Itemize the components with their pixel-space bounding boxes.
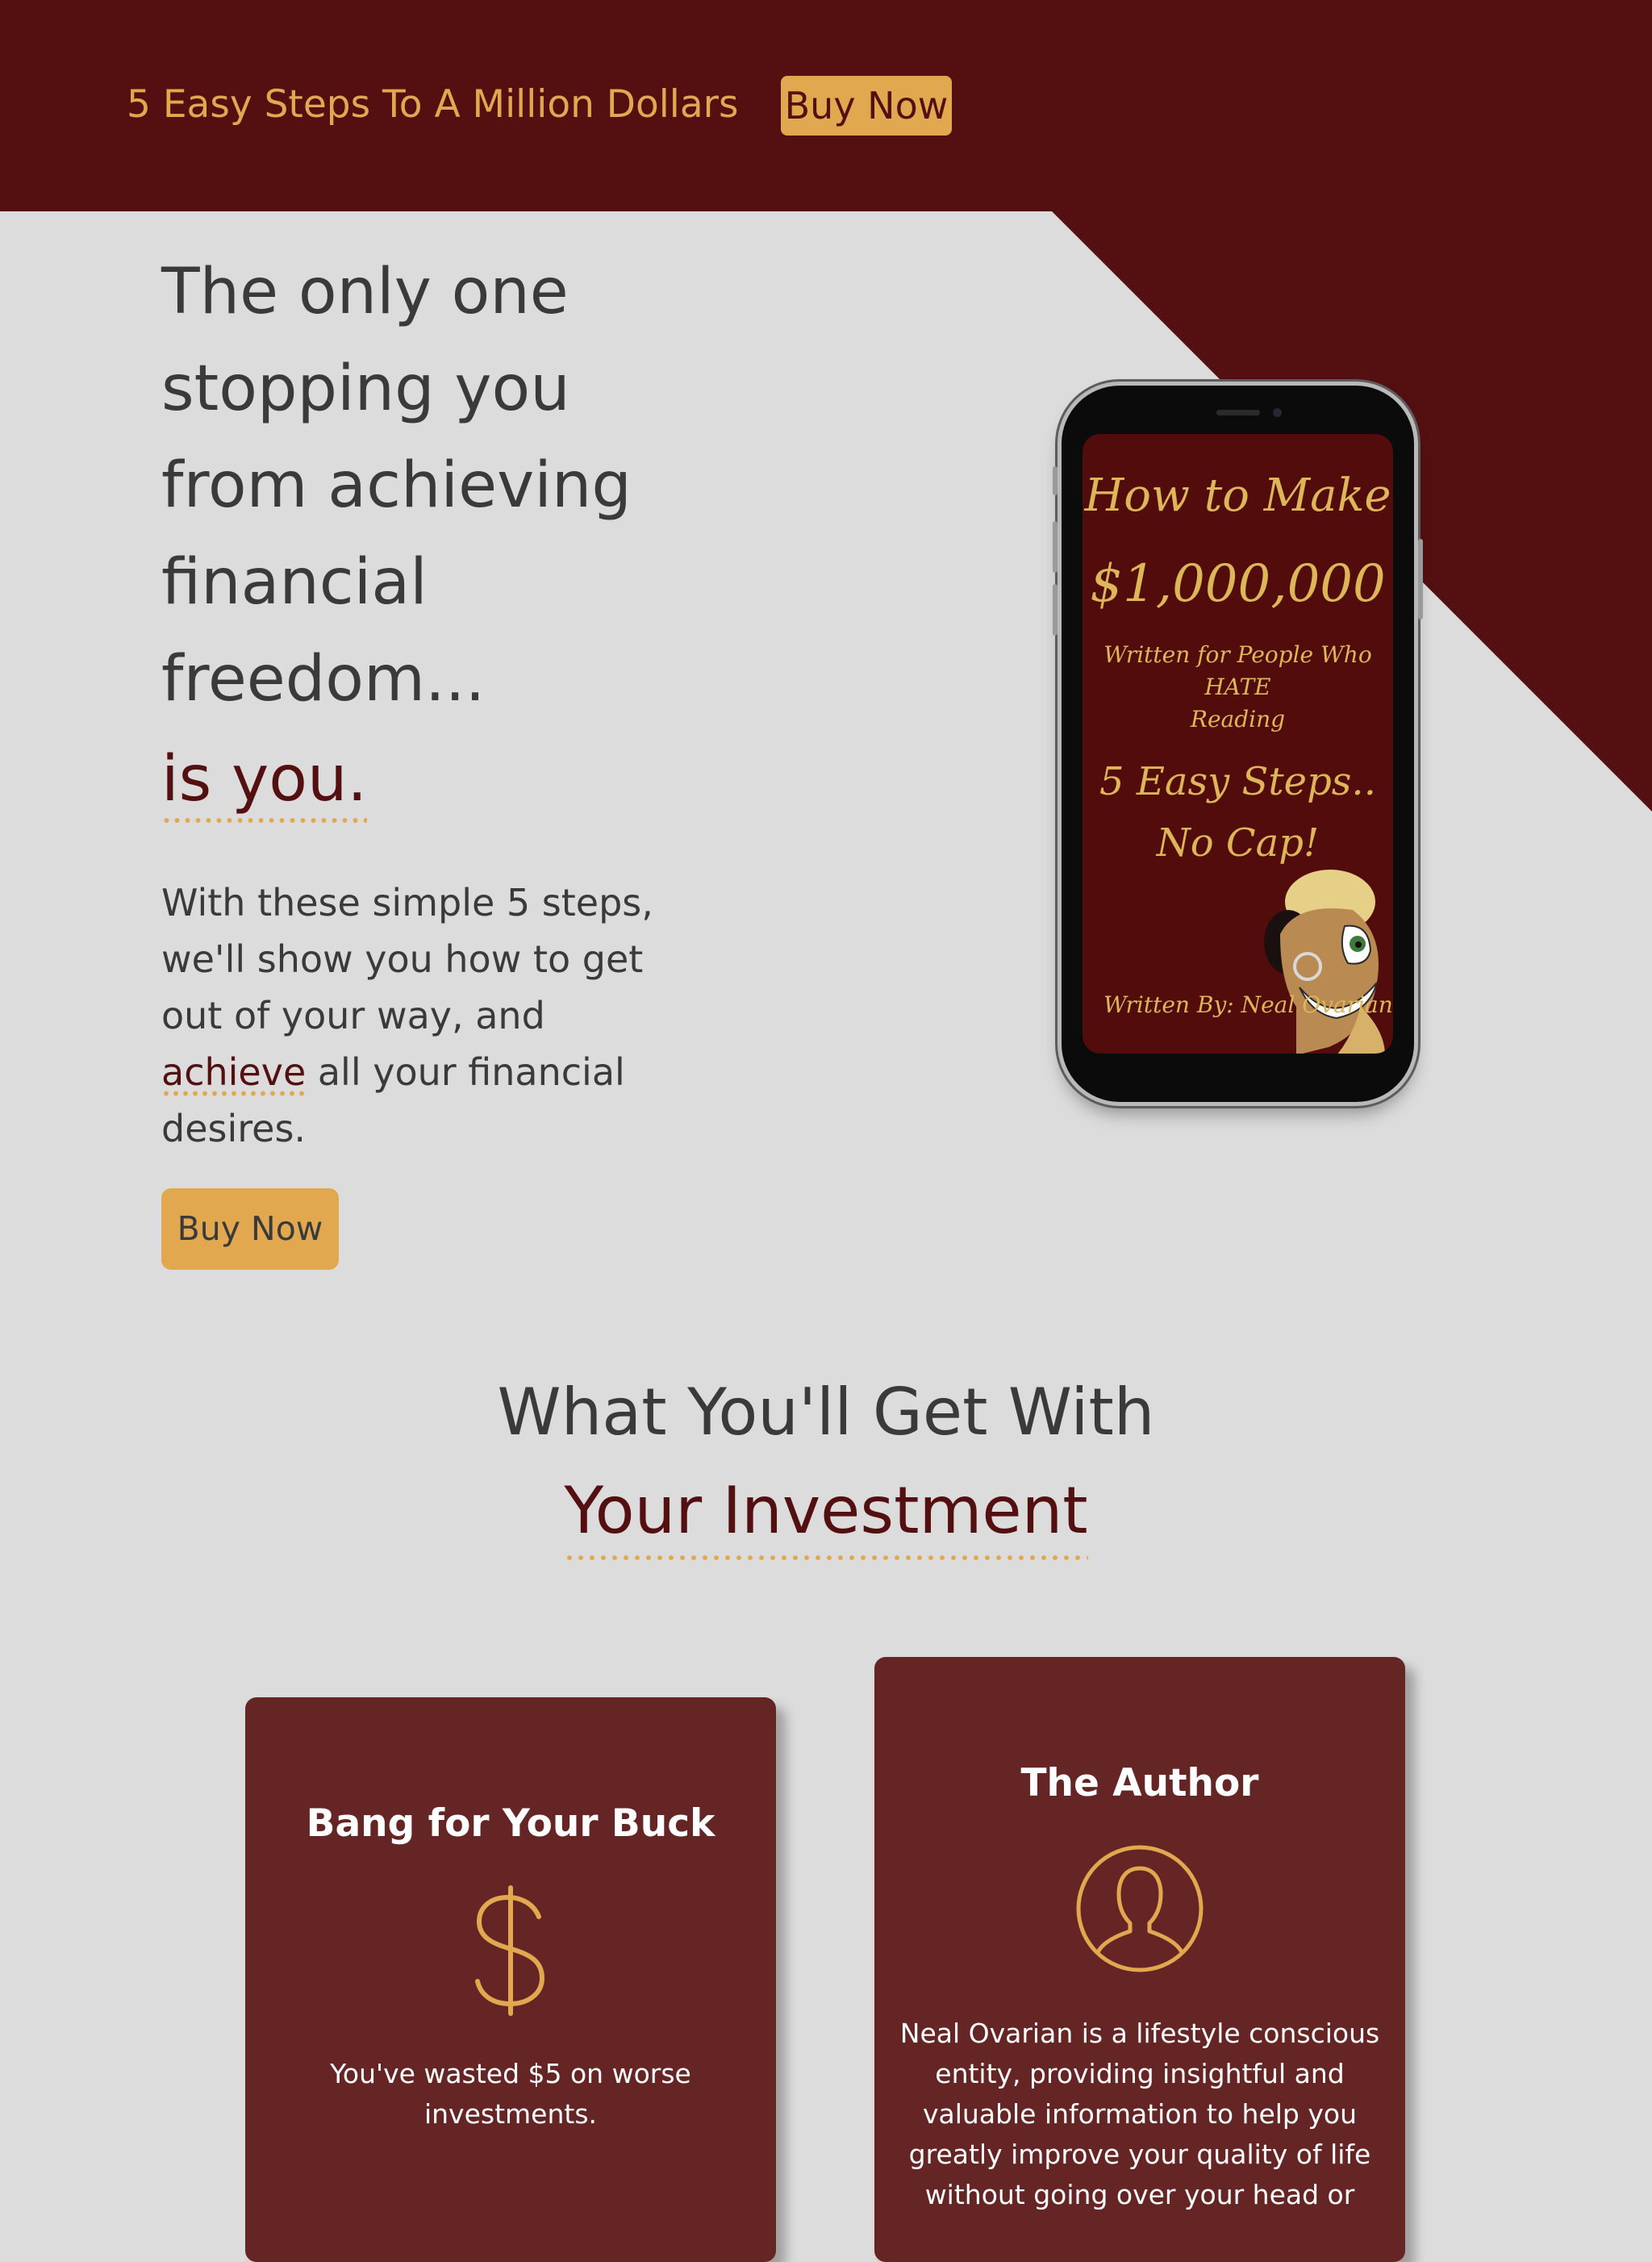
card-description-line: valuable information to help you	[923, 2098, 1357, 2130]
hero-description-line: achieve all your financial	[161, 1044, 694, 1100]
book-cover: How to Make $1,000,000 Written for Peopl…	[1083, 434, 1393, 1054]
section-heading-accent: Your Investment	[564, 1467, 1088, 1562]
phone-camera	[1273, 408, 1282, 417]
header-buy-now-button[interactable]: Buy Now	[781, 76, 952, 136]
section-heading: What You'll Get With Your Investment	[0, 1363, 1652, 1562]
feature-card-bang-for-buck: Bang for Your Buck You've wasted $5 on w…	[245, 1697, 776, 2262]
hero-description-line: desires.	[161, 1107, 307, 1150]
author-caricature-illustration	[1264, 870, 1385, 1054]
hero-description: With these simple 5 steps, we'll show yo…	[161, 874, 694, 1157]
feature-card-the-author: The Author Neal Ovarian is a lifestyle c…	[874, 1657, 1405, 2262]
phone-side-button	[1053, 466, 1058, 495]
phone-side-button	[1053, 521, 1058, 573]
card-description-line: investments.	[423, 2098, 598, 2130]
book-cover-subtitle: Written for People Who	[1103, 641, 1372, 668]
hero-description-line: out of your way, and	[161, 994, 545, 1037]
hero-headline-line: from achieving	[161, 449, 632, 522]
book-cover-price: $1,000,000	[1090, 554, 1386, 614]
hero-headline-line: freedom...	[161, 643, 486, 716]
hero-headline-line: stopping you	[161, 353, 570, 425]
hero-description-text: all your financial	[306, 1050, 625, 1094]
card-description-line: greatly improve your quality of life	[908, 2139, 1371, 2170]
card-title: Bang for Your Buck	[306, 1801, 715, 1846]
card-description-line: without going over your head or	[924, 2179, 1355, 2210]
book-cover-steps: 5 Easy Steps..	[1099, 759, 1376, 804]
hero-headline-line: The only one	[161, 256, 569, 328]
hero-headline-accent: is you.	[161, 739, 368, 824]
hero-description-line: we'll show you how to get	[161, 937, 644, 981]
hero-headline-line: financial	[161, 546, 428, 619]
card-description-line: Neal Ovarian is a lifestyle conscious	[899, 2018, 1380, 2049]
phone-side-button	[1053, 584, 1058, 636]
card-title: The Author	[1020, 1761, 1259, 1805]
person-icon	[1076, 1845, 1204, 1972]
book-cover-subtitle: Reading	[1190, 706, 1286, 732]
phone-speaker	[1216, 410, 1260, 415]
brand-title[interactable]: 5 Easy Steps To A Million Dollars	[127, 77, 738, 132]
card-description: Neal Ovarian is a lifestyle conscious en…	[874, 2014, 1405, 2215]
book-cover-title: How to Make	[1084, 470, 1391, 522]
book-cover-author: Written By: Neal Ovarian	[1103, 991, 1393, 1018]
card-description-line: entity, providing insightful and	[935, 2058, 1345, 2089]
section-heading-line: What You'll Get With	[497, 1375, 1155, 1450]
card-description: You've wasted $5 on worse investments.	[245, 2054, 776, 2135]
phone-side-button	[1418, 539, 1423, 620]
hero-description-line: With these simple 5 steps,	[161, 881, 653, 924]
hero-buy-now-button[interactable]: Buy Now	[161, 1188, 339, 1270]
card-description-line: You've wasted $5 on worse	[330, 2058, 691, 2089]
book-cover-subtitle: HATE	[1204, 674, 1271, 700]
hero-description-accent: achieve	[161, 1050, 307, 1097]
phone-mockup: How to Make $1,000,000 Written for Peopl…	[1053, 386, 1423, 1102]
dollar-sign-icon	[475, 1885, 545, 2016]
hero-headline: The only one stopping you from achieving…	[161, 244, 710, 828]
header-bar: 5 Easy Steps To A Million Dollars Buy No…	[0, 0, 1652, 211]
